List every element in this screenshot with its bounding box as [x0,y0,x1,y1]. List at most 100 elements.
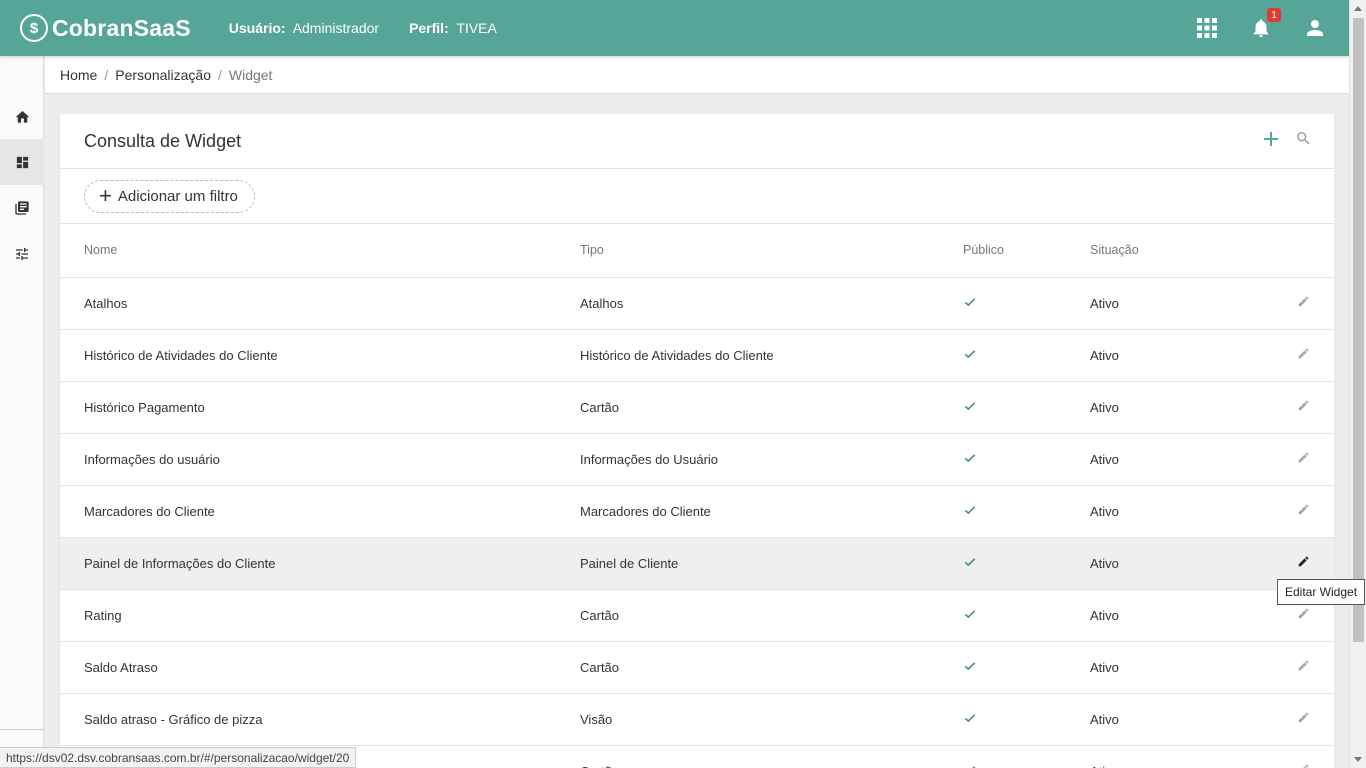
edit-pencil-icon[interactable] [1297,296,1310,311]
notifications-bell-icon[interactable]: 1 [1249,8,1281,40]
top-actions: 1 [1195,8,1327,40]
page-scrollbar[interactable] [1349,0,1366,768]
cell-publico [963,641,1090,694]
scroll-down-arrow[interactable] [1354,757,1362,762]
cell-nome: Atalhos [60,277,580,330]
cell-situacao: Ativo [1090,329,1280,382]
sidebar-item-home[interactable] [0,93,44,139]
cell-actions [1280,485,1334,538]
cell-situacao: Ativo [1090,745,1280,768]
check-icon [964,713,976,722]
cell-publico [963,485,1090,538]
cell-tipo: Informações do Usuário [580,433,963,486]
column-header-situacao[interactable]: Situação [1090,224,1280,278]
check-icon [964,661,976,670]
scroll-thumb[interactable] [1353,18,1364,642]
cell-situacao: Ativo [1090,641,1280,694]
cell-tipo: Cartão [580,641,963,694]
edit-pencil-icon[interactable] [1297,452,1310,467]
cell-actions [1280,329,1334,382]
sidebar-item-library[interactable] [0,185,44,231]
cell-publico [963,433,1090,486]
check-icon [964,557,976,566]
tune-icon [16,248,28,260]
logo[interactable]: $ CobranSaaS [20,14,191,42]
edit-pencil-icon[interactable] [1297,348,1310,363]
cell-publico [963,277,1090,330]
cell-tipo: Atalhos [580,277,963,330]
table-row[interactable]: Atalhos Atalhos Ativo [60,277,1334,330]
cell-situacao: Ativo [1090,485,1280,538]
add-filter-label: Adicionar um filtro [117,187,238,205]
user-account-icon[interactable] [1303,16,1327,40]
scroll-up-arrow[interactable] [1354,6,1362,11]
filter-bar: + Adicionar um filtro [60,169,1334,224]
cell-publico [963,329,1090,382]
cell-situacao: Ativo [1090,277,1280,330]
cell-situacao: Ativo [1090,433,1280,486]
table-row[interactable]: Saldo Atraso Cartão Ativo [60,641,1334,694]
widget-query-card: Consulta de Widget + Adicionar um filtro… [60,114,1334,768]
column-header-nome[interactable]: Nome [60,224,580,278]
edit-pencil-icon[interactable] [1297,400,1310,415]
check-icon [971,765,976,768]
cell-situacao: Ativo [1090,693,1280,746]
cell-nome: Saldo atraso - Gráfico de pizza [60,693,580,746]
cell-situacao: Ativo [1090,589,1280,642]
edit-pencil-icon[interactable] [1297,712,1310,727]
sidebar [0,56,44,768]
table-row[interactable]: Informações do usuário Informações do Usu… [60,433,1334,486]
table-row[interactable]: Histórico de Atividades do Cliente Histór… [60,329,1334,382]
card-header: Consulta de Widget [60,114,1334,169]
table-row[interactable]: Histórico Pagamento Cartão Ativo [60,381,1334,434]
check-icon [964,401,976,410]
check-icon [964,349,976,358]
column-header-actions [1280,224,1334,278]
apps-grid-icon[interactable] [1195,16,1219,40]
table-row[interactable]: Saldo atraso - Gráfico de pizza Visão Ativ… [60,693,1334,746]
table-row[interactable]: Marcadores do Cliente Marcadores do Clien… [60,485,1334,538]
cell-situacao: Ativo [1090,381,1280,434]
sidebar-item-settings[interactable] [0,231,44,277]
breadcrumb-separator: / [217,66,222,83]
edit-pencil-icon[interactable] [1297,504,1310,519]
cell-actions [1280,693,1334,746]
table-row[interactable]: Painel de Informações do Cliente Painel d… [60,537,1334,590]
widget-table: Nome Tipo Público Situação Atalhos Atalho… [60,224,1334,768]
cell-publico [963,537,1090,590]
cell-actions [1280,641,1334,694]
search-icon[interactable] [1295,130,1312,152]
add-filter-button[interactable]: + Adicionar um filtro [84,179,255,213]
cell-tipo: Cartão [580,745,963,768]
cell-publico [963,693,1090,746]
edit-pencil-icon[interactable] [1297,608,1310,623]
add-icon[interactable] [1263,131,1279,152]
edit-widget-tooltip: Editar Widget [1277,579,1366,605]
notification-badge: 1 [1267,8,1281,22]
column-header-publico[interactable]: Público [963,224,1090,278]
edit-pencil-icon[interactable] [1297,764,1310,768]
cell-actions [1280,433,1334,486]
user-field: Usuário: Administrador [228,20,380,36]
cell-nome: Marcadores do Cliente [60,485,580,538]
check-icon [964,505,976,514]
cell-nome: Histórico Pagamento [60,381,580,434]
check-icon [964,297,976,306]
logo-text: CobranSaaS [52,14,191,41]
table-row[interactable]: Rating Cartão Ativo [60,589,1334,642]
sidebar-item-dashboard[interactable] [0,139,44,185]
breadcrumb-personalizacao[interactable]: Personalização [115,67,211,83]
cell-actions [1280,277,1334,330]
cell-actions [1280,745,1334,768]
cell-tipo: Cartão [580,381,963,434]
breadcrumb-home[interactable]: Home [60,67,97,83]
cell-tipo: Cartão [580,589,963,642]
edit-pencil-icon[interactable] [1297,660,1310,675]
profile-field: Perfil: TIVEA [409,20,497,36]
column-header-tipo[interactable]: Tipo [580,224,963,278]
cell-nome: Informações do usuário [60,433,580,486]
page-title: Consulta de Widget [84,130,242,151]
edit-pencil-icon[interactable] [1297,556,1310,571]
card-actions [1263,130,1312,152]
top-bar: $ CobranSaaS Usuário: Administrador Perf… [0,0,1349,56]
